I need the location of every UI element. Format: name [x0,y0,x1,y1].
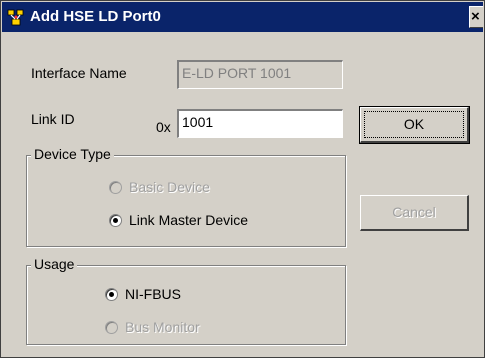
interface-name-label: Interface Name [31,65,127,81]
radio-selected-dot [113,218,118,223]
link-id-prefix: 0x [156,119,171,135]
usage-title: Usage [31,256,78,272]
cancel-button[interactable]: Cancel [360,195,469,231]
focus-rect [364,111,464,138]
link-id-label: Link ID [31,111,75,127]
basic-device-radio [109,181,122,194]
ni-fbus-label: NI-FBUS [125,286,181,302]
ni-fbus-radio[interactable] [105,288,118,301]
window-title: Add HSE LD Port0 [30,8,161,25]
dialog-window: Add HSE LD Port0 × Interface Name E-LD P… [0,0,485,358]
bus-monitor-label: Bus Monitor [125,319,200,335]
device-type-group [26,155,346,247]
device-type-title: Device Type [31,146,114,162]
link-id-input[interactable]: 1001 [177,109,343,138]
basic-device-label: Basic Device [129,179,210,195]
interface-name-value: E-LD PORT 1001 [182,65,292,81]
link-id-value: 1001 [182,114,214,130]
bus-monitor-radio [105,321,118,334]
title-bar[interactable]: Add HSE LD Port0 × [2,2,483,32]
hse-port-icon [7,9,24,26]
ok-button[interactable]: OK [359,106,470,144]
link-master-device-label: Link Master Device [129,212,249,228]
close-icon: × [471,8,480,25]
interface-name-field: E-LD PORT 1001 [177,60,343,89]
cancel-label: Cancel [392,204,436,220]
close-button[interactable]: × [469,6,483,28]
radio-selected-dot [109,292,114,297]
link-master-device-radio[interactable] [109,214,122,227]
